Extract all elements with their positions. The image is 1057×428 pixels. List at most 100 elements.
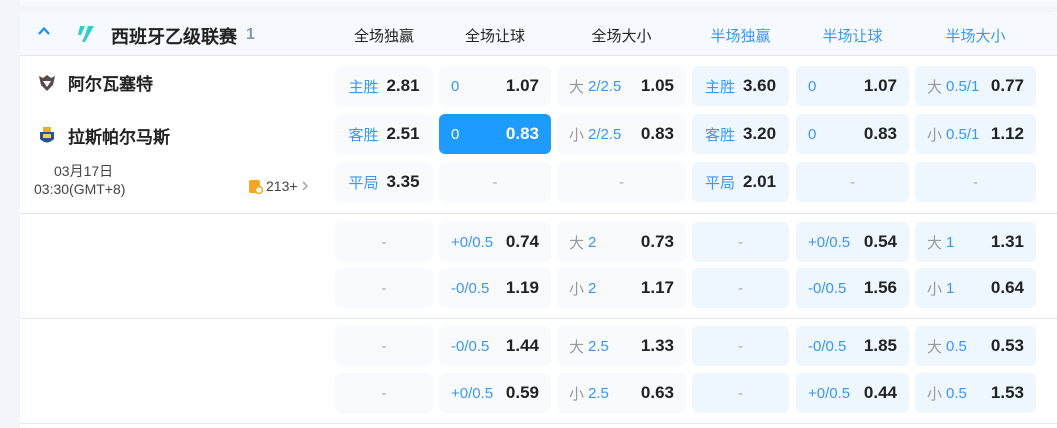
outcome-label: 客胜 [704,126,735,144]
odds-cell[interactable]: +0/0.5 0.44 [796,373,909,413]
column-header: 全场大小 [591,28,652,45]
odds-cell[interactable]: 大 0.5 0.53 [915,326,1036,366]
odds-value: 1.05 [640,76,674,95]
over-under-label: 大 [927,78,943,96]
odds-cell[interactable]: 大 2 0.73 [557,222,686,262]
odds-cell[interactable]: 0 1.07 [439,66,551,106]
row-divider [20,423,1057,424]
odds-value: 0.44 [863,383,897,402]
handicap-line: 1 [946,233,955,251]
odds-value: 1.56 [863,278,897,297]
odds-cell[interactable]: 小 0.5 1.53 [915,373,1036,413]
odds-value: 1.85 [863,336,897,355]
odds-value: 0.83 [505,124,539,143]
league-header: 西班牙乙级联赛 1 全场独赢 全场让球 全场大小 半场独赢 半场让球 半场大小 [20,12,1057,56]
odds-cell[interactable]: +0/0.5 0.59 [439,373,551,413]
chevron-up-icon[interactable] [38,25,50,37]
handicap-line: -0/0.5 [451,337,490,355]
odds-cell[interactable]: +0/0.5 0.74 [439,222,551,262]
empty-odds: - [738,384,743,402]
home-team[interactable]: 阿尔瓦塞特 [38,70,153,95]
empty-odds: - [381,233,387,251]
odds-value: 0.83 [863,124,897,143]
odds-value: 0.64 [990,278,1024,297]
odds-cell[interactable]: 小 1 0.64 [915,268,1036,308]
odds-cell[interactable]: 客胜 2.51 [335,114,433,154]
odds-value: 0.74 [505,232,539,251]
odds-value: 0.59 [505,383,539,402]
odds-value: 1.44 [505,336,539,355]
handicap-line: 0.5 [946,337,967,355]
over-under-label: 大 [927,234,943,252]
odds-cell[interactable]: -0/0.5 1.56 [796,268,909,308]
odds-cell[interactable]: 平局 2.01 [692,162,789,202]
odds-cell: - [692,222,789,262]
over-under-label: 小 [927,385,943,403]
away-team[interactable]: 拉斯帕尔马斯 [38,123,170,148]
odds-cell[interactable]: -0/0.5 1.85 [796,326,909,366]
over-under-label: 大 [569,78,585,96]
away-team-name: 拉斯帕尔马斯 [68,128,170,147]
odds-value: 3.60 [742,76,777,95]
odds-cell[interactable]: 小 0.5/1 1.12 [915,114,1036,154]
odds-value: 3.35 [386,172,420,191]
odds-cell[interactable]: 小 2/2.5 0.83 [557,114,686,154]
odds-cell[interactable]: 大 2.5 1.33 [557,326,686,366]
handicap-line: 0 [451,77,460,95]
odds-cell[interactable]: 大 1 1.31 [915,222,1036,262]
odds-value: 1.33 [640,336,674,355]
odds-cell[interactable]: 0 1.07 [796,66,909,106]
handicap-line: 0.5/1 [946,125,980,143]
handicap-line: 2.5 [588,337,609,355]
odds-value: 0.63 [640,383,674,402]
odds-value: 0.77 [990,76,1024,95]
odds-cell: - [796,162,909,202]
empty-odds: - [738,233,743,251]
odds-cell: - [439,162,551,202]
odds-cell[interactable]: 小 2 1.17 [557,268,686,308]
handicap-line: 2.5 [588,384,609,402]
empty-odds: - [850,173,855,191]
odds-cell[interactable]: 小 2.5 0.63 [557,373,686,413]
odds-cell[interactable]: -0/0.5 1.44 [439,326,551,366]
column-header: 半场大小 [945,28,1006,45]
odds-cell[interactable]: 0 0.83 [439,114,551,154]
column-header: 全场让球 [464,28,525,45]
odds-cell: - [692,326,789,366]
odds-cell: - [915,162,1036,202]
odds-cell[interactable]: 客胜 3.20 [692,114,789,154]
away-team-crest-icon [40,126,54,142]
over-under-label: 小 [569,126,585,144]
odds-cell[interactable]: 主胜 2.81 [335,66,433,106]
odds-value: 2.81 [386,76,420,95]
odds-cell: - [692,373,789,413]
outcome-label: 主胜 [348,78,379,96]
odds-cell[interactable]: 平局 3.35 [335,162,433,202]
odds-cell[interactable]: 大 0.5/1 0.77 [915,66,1036,106]
row-divider [20,318,1057,319]
column-header: 全场独赢 [353,28,414,45]
handicap-line: -0/0.5 [808,279,847,297]
odds-value: 1.12 [990,124,1024,143]
over-under-label: 小 [927,126,943,144]
handicap-line: +0/0.5 [808,384,851,402]
odds-cell[interactable]: +0/0.5 0.54 [796,222,909,262]
empty-odds: - [381,279,387,297]
odds-cell[interactable]: 主胜 3.60 [692,66,789,106]
markets-icon [249,179,263,194]
over-under-label: 大 [569,234,585,252]
match-datetime: 03月17日 03:30(GMT+8) [34,162,125,198]
league-name: 西班牙乙级联赛 [111,27,237,47]
odds-cell[interactable]: 大 2/2.5 1.05 [557,66,686,106]
odds-cell[interactable]: 0 0.83 [796,114,909,154]
empty-odds: - [738,279,743,297]
column-header: 半场独赢 [710,28,771,45]
empty-odds: - [973,173,978,191]
over-under-label: 小 [927,280,943,298]
outcome-label: 主胜 [704,78,735,96]
odds-cell[interactable]: -0/0.5 1.19 [439,268,551,308]
more-markets-link[interactable]: 213+ [248,178,309,194]
odds-value: 1.07 [505,76,539,95]
handicap-line: 0.5 [946,384,967,402]
handicap-line: +0/0.5 [808,233,851,251]
